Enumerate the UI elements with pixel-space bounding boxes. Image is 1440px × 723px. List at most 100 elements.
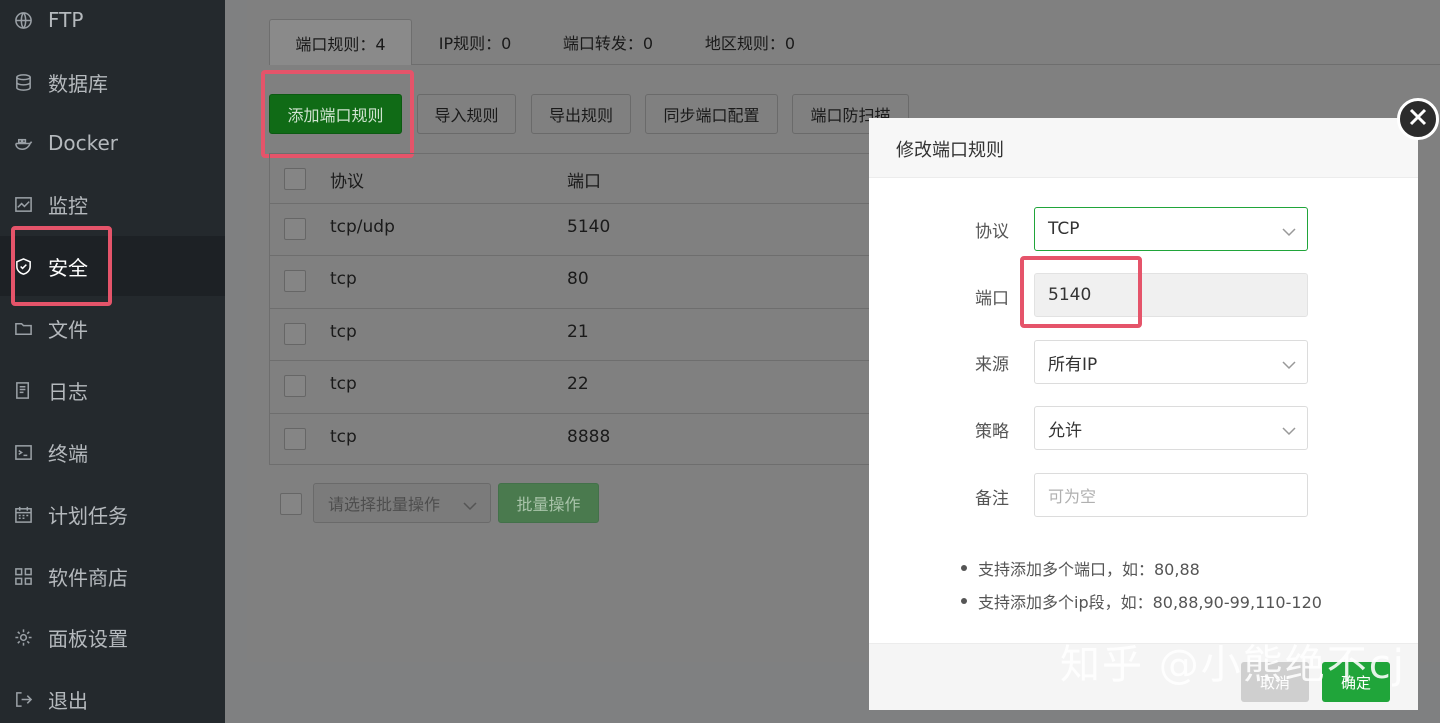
- cell-protocol: tcp: [330, 269, 357, 289]
- log-icon: [13, 380, 33, 400]
- highlight-security: [11, 226, 112, 306]
- select-all-checkbox[interactable]: [284, 168, 306, 190]
- tip-text: 支持添加多个端口，如：80,88: [978, 560, 1200, 579]
- batch-select-all-checkbox[interactable]: [280, 493, 302, 515]
- cell-port: 5140: [567, 217, 611, 237]
- sidebar-item-label: 面板设置: [48, 626, 128, 651]
- sidebar-item-files[interactable]: 文件: [0, 298, 225, 358]
- remark-label: 备注: [975, 489, 1009, 509]
- sidebar-item-store[interactable]: 软件商店: [0, 546, 225, 606]
- database-icon: [13, 72, 33, 92]
- policy-select[interactable]: 允许: [1034, 406, 1308, 450]
- highlight-port-field: [1020, 256, 1142, 328]
- sidebar-item-label: 监控: [48, 193, 88, 218]
- sidebar-item-label: Docker: [48, 131, 119, 155]
- sidebar-item-terminal[interactable]: 终端: [0, 422, 225, 482]
- row-checkbox[interactable]: [284, 218, 306, 240]
- table-row: tcp/udp 5140: [270, 203, 870, 255]
- rules-table: 协议 端口 tcp/udp 5140 tcp 80 tcp 21 tcp 22 …: [269, 153, 870, 465]
- close-dialog-button[interactable]: [1397, 98, 1439, 140]
- sidebar-item-label: 软件商店: [48, 565, 128, 590]
- remark-placeholder: 可为空: [1048, 487, 1097, 506]
- docker-icon: [13, 133, 33, 153]
- sidebar-item-docker[interactable]: Docker: [0, 113, 225, 173]
- highlight-add-button: [261, 70, 414, 158]
- bullet-icon: [961, 598, 967, 604]
- chevron-down-icon: [1281, 223, 1297, 243]
- batch-action-select[interactable]: 请选择批量操作: [313, 483, 491, 523]
- table-row: tcp 22: [270, 360, 870, 412]
- chevron-down-icon: [462, 497, 478, 516]
- protocol-select[interactable]: TCP: [1034, 207, 1308, 251]
- sidebar-item-logout[interactable]: 退出: [0, 669, 225, 723]
- bullet-icon: [961, 565, 967, 571]
- edit-port-rule-dialog: 修改端口规则 协议 TCP 端口 5140 来源 所有IP 策略 允许 备注 可…: [869, 118, 1418, 710]
- sidebar-item-label: FTP: [48, 8, 84, 32]
- protocol-value: TCP: [1048, 219, 1080, 239]
- tip-text: 支持添加多个ip段，如：80,88,90-99,110-120: [978, 593, 1322, 612]
- port-label: 端口: [975, 289, 1009, 309]
- sidebar-item-ftp[interactable]: FTP: [0, 0, 225, 50]
- row-checkbox[interactable]: [284, 428, 306, 450]
- tip-multi-ip: 支持添加多个ip段，如：80,88,90-99,110-120: [961, 589, 1322, 613]
- chevron-down-icon: [1281, 422, 1297, 442]
- sidebar-item-database[interactable]: 数据库: [0, 52, 225, 112]
- policy-value: 允许: [1048, 420, 1082, 441]
- sync-port-config-button[interactable]: 同步端口配置: [645, 94, 778, 134]
- sidebar-item-label: 计划任务: [48, 503, 128, 528]
- source-select[interactable]: 所有IP: [1034, 340, 1308, 384]
- cell-protocol: tcp: [330, 322, 357, 342]
- tab-region-rules[interactable]: 地区规则：0: [687, 19, 813, 65]
- policy-label: 策略: [975, 422, 1009, 442]
- batch-action-button[interactable]: 批量操作: [498, 483, 599, 523]
- sidebar-item-label: 日志: [48, 379, 88, 404]
- cell-protocol: tcp: [330, 374, 357, 394]
- tip-multi-port: 支持添加多个端口，如：80,88: [961, 556, 1200, 580]
- apps-grid-icon: [13, 566, 33, 586]
- header-port: 端口: [567, 172, 601, 192]
- tab-port-forward[interactable]: 端口转发：0: [545, 19, 671, 65]
- batch-select-placeholder: 请选择批量操作: [328, 495, 441, 514]
- tab-ip-rules[interactable]: IP规则：0: [420, 19, 530, 65]
- monitor-chart-icon: [13, 194, 33, 214]
- table-row: tcp 8888: [270, 413, 870, 465]
- globe-icon: [13, 10, 33, 30]
- row-checkbox[interactable]: [284, 323, 306, 345]
- cell-port: 8888: [567, 427, 611, 447]
- row-checkbox[interactable]: [284, 375, 306, 397]
- sidebar-item-label: 终端: [48, 441, 88, 466]
- tab-port-rules[interactable]: 端口规则：4: [269, 19, 412, 65]
- export-rules-button[interactable]: 导出规则: [531, 94, 631, 134]
- dialog-header: 修改端口规则: [869, 118, 1418, 178]
- logout-icon: [13, 689, 33, 709]
- cell-protocol: tcp/udp: [330, 217, 395, 237]
- dialog-title: 修改端口规则: [896, 140, 1004, 161]
- sidebar-item-cron[interactable]: 计划任务: [0, 484, 225, 544]
- table-row: tcp 80: [270, 255, 870, 307]
- import-rules-button[interactable]: 导入规则: [417, 94, 516, 134]
- source-value: 所有IP: [1048, 354, 1098, 375]
- cell-protocol: tcp: [330, 427, 357, 447]
- row-checkbox[interactable]: [284, 270, 306, 292]
- terminal-icon: [13, 442, 33, 462]
- cell-port: 21: [567, 322, 589, 342]
- header-protocol: 协议: [330, 172, 364, 192]
- sidebar-item-label: 文件: [48, 317, 88, 342]
- close-icon: [1408, 107, 1428, 131]
- gear-icon: [13, 627, 33, 647]
- sidebar-item-settings[interactable]: 面板设置: [0, 607, 225, 667]
- watermark: 知乎 @小熊绝不cj: [1060, 642, 1406, 688]
- table-row: tcp 21: [270, 308, 870, 360]
- calendar-icon: [13, 504, 33, 524]
- chevron-down-icon: [1281, 356, 1297, 376]
- remark-input[interactable]: 可为空: [1034, 473, 1308, 517]
- protocol-label: 协议: [975, 222, 1009, 242]
- cell-port: 22: [567, 374, 589, 394]
- sidebar-item-label: 数据库: [48, 71, 108, 96]
- sidebar: FTP 数据库 Docker 监控 安全 文件 日志 终端 计划任务 软件商店 …: [0, 0, 225, 723]
- cell-port: 80: [567, 269, 589, 289]
- sidebar-item-monitor[interactable]: 监控: [0, 174, 225, 234]
- folder-icon: [13, 318, 33, 338]
- sidebar-item-label: 退出: [48, 688, 88, 713]
- sidebar-item-logs[interactable]: 日志: [0, 360, 225, 420]
